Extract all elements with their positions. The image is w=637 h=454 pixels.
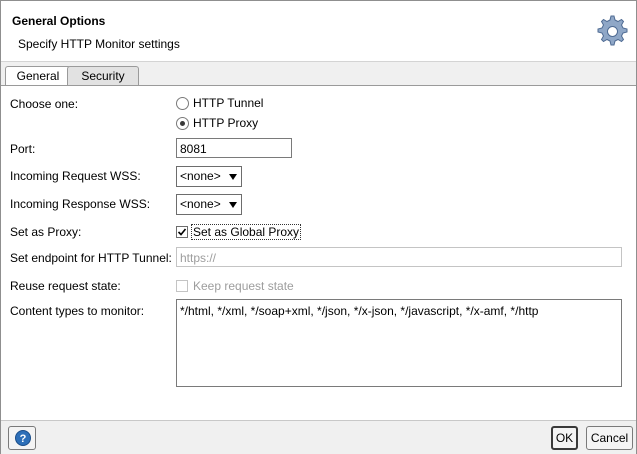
endpoint-label: Set endpoint for HTTP Tunnel: xyxy=(10,251,172,265)
ok-button[interactable]: OK xyxy=(551,426,578,450)
dialog-title: General Options xyxy=(12,14,106,28)
tab-security[interactable]: Security xyxy=(67,66,139,86)
tab-general[interactable]: General xyxy=(5,66,71,87)
endpoint-input[interactable]: https:// xyxy=(176,247,622,267)
port-label: Port: xyxy=(10,142,36,156)
checkmark-icon xyxy=(177,228,187,236)
keep-request-state-checkbox[interactable] xyxy=(176,280,188,292)
http-proxy-radio[interactable] xyxy=(176,117,189,130)
cancel-button[interactable]: Cancel xyxy=(586,426,633,450)
global-proxy-label[interactable]: Set as Global Proxy xyxy=(191,224,302,240)
help-icon: ? xyxy=(15,430,31,446)
help-button[interactable]: ? xyxy=(8,426,36,450)
incoming-request-wss-value: <none> xyxy=(180,169,221,183)
incoming-response-wss-label: Incoming Response WSS: xyxy=(10,197,151,211)
dialog-window: General Options Specify HTTP Monitor set… xyxy=(0,0,637,454)
port-input[interactable]: 8081 xyxy=(176,138,292,158)
content-types-textarea[interactable]: */html, */xml, */soap+xml, */json, */x-j… xyxy=(176,299,622,387)
incoming-request-wss-select[interactable]: <none> xyxy=(176,166,242,187)
chevron-down-icon xyxy=(229,174,237,180)
dialog-header: General Options Specify HTTP Monitor set… xyxy=(1,1,636,61)
chevron-down-icon xyxy=(229,202,237,208)
set-as-proxy-label: Set as Proxy: xyxy=(10,225,82,239)
content-types-label: Content types to monitor: xyxy=(10,304,145,318)
global-proxy-checkbox[interactable] xyxy=(176,226,188,238)
dialog-footer: ? OK Cancel xyxy=(1,420,636,454)
keep-request-state-label[interactable]: Keep request state xyxy=(193,279,294,293)
reuse-state-label: Reuse request state: xyxy=(10,279,121,293)
general-tab-panel: Choose one: HTTP Tunnel HTTP Proxy Port:… xyxy=(1,85,636,421)
dialog-subtitle: Specify HTTP Monitor settings xyxy=(18,37,180,51)
choose-one-label: Choose one: xyxy=(10,97,79,111)
http-tunnel-label[interactable]: HTTP Tunnel xyxy=(193,96,263,110)
incoming-request-wss-label: Incoming Request WSS: xyxy=(10,169,141,183)
tab-bar: General Security xyxy=(1,61,636,87)
http-tunnel-radio[interactable] xyxy=(176,97,189,110)
gear-icon xyxy=(597,15,628,46)
incoming-response-wss-select[interactable]: <none> xyxy=(176,194,242,215)
http-proxy-label[interactable]: HTTP Proxy xyxy=(193,116,258,130)
incoming-response-wss-value: <none> xyxy=(180,197,221,211)
